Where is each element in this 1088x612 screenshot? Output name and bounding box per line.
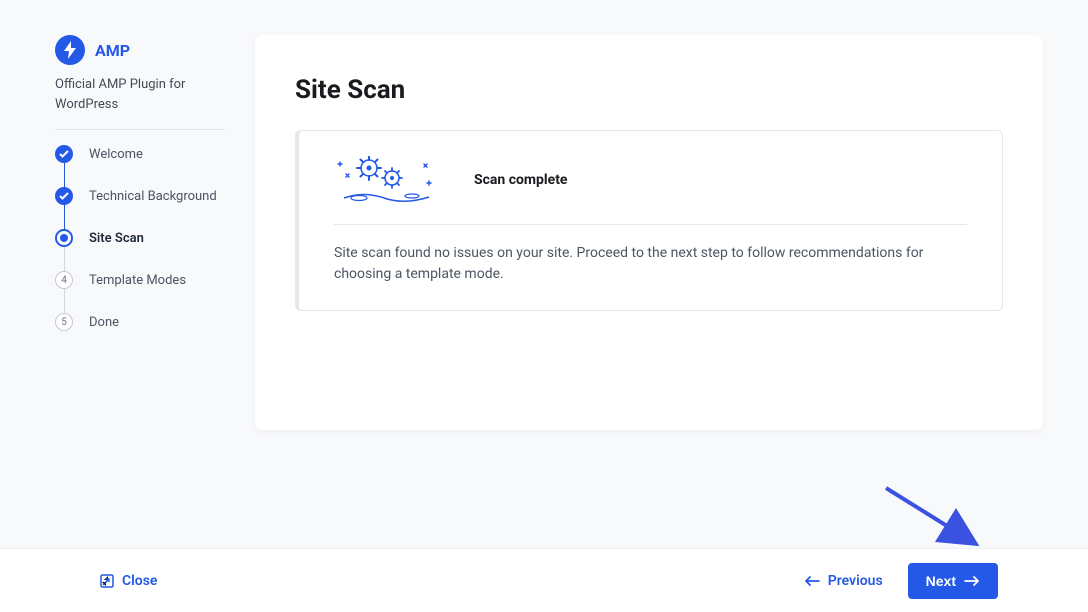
step-label: Done	[89, 315, 119, 330]
sidebar-subtitle: Official AMP Plugin for WordPress	[55, 75, 225, 114]
next-button[interactable]: Next	[908, 563, 998, 599]
logo-text: AMP	[95, 41, 130, 60]
step-site-scan[interactable]: Site Scan	[55, 229, 225, 271]
previous-button[interactable]: Previous	[804, 573, 883, 589]
logo: AMP	[55, 35, 225, 65]
next-label: Next	[926, 573, 956, 589]
gears-illustration-icon	[334, 156, 444, 204]
close-label: Close	[122, 573, 157, 589]
scan-result-card: Scan complete Site scan found no issues …	[295, 130, 1003, 311]
step-technical-background[interactable]: Technical Background	[55, 187, 225, 229]
divider	[55, 129, 225, 130]
arrow-left-icon	[804, 576, 820, 586]
scan-status-title: Scan complete	[474, 172, 568, 188]
step-label: Technical Background	[89, 189, 217, 204]
current-step-icon	[55, 229, 73, 247]
close-button[interactable]: Close	[100, 573, 157, 589]
wizard-steps: Welcome Technical Background Site Scan 4…	[55, 145, 225, 331]
footer: Close Previous Next	[0, 548, 1088, 612]
check-icon	[55, 187, 73, 205]
step-done[interactable]: 5 Done	[55, 313, 225, 331]
check-icon	[55, 145, 73, 163]
scan-status-body: Site scan found no issues on your site. …	[334, 243, 967, 285]
step-label: Welcome	[89, 147, 143, 162]
sidebar: AMP Official AMP Plugin for WordPress We…	[55, 35, 225, 430]
step-template-modes[interactable]: 4 Template Modes	[55, 271, 225, 313]
pending-step-icon: 5	[55, 313, 73, 331]
page-title: Site Scan	[295, 75, 1003, 105]
previous-label: Previous	[828, 573, 883, 589]
amp-logo-icon	[55, 35, 85, 65]
step-label: Site Scan	[89, 231, 144, 246]
step-welcome[interactable]: Welcome	[55, 145, 225, 187]
scan-header: Scan complete	[334, 156, 967, 225]
pending-step-icon: 4	[55, 271, 73, 289]
close-icon	[100, 574, 114, 588]
step-label: Template Modes	[89, 273, 186, 288]
arrow-right-icon	[964, 576, 980, 586]
main-panel: Site Scan	[255, 35, 1043, 430]
